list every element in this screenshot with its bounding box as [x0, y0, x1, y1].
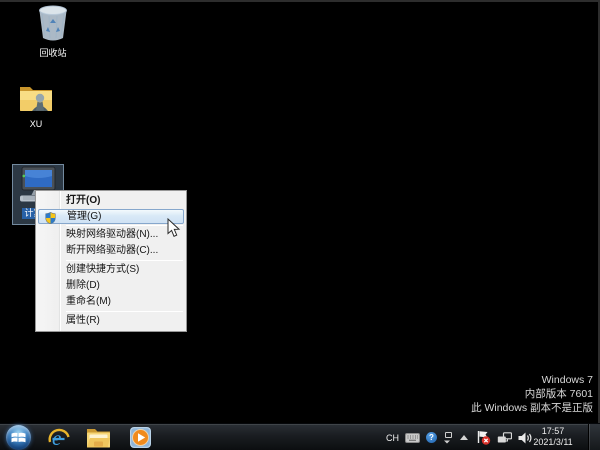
menu-separator	[66, 311, 183, 312]
windows-media-player-icon	[129, 427, 151, 448]
taskbar-media-player-button[interactable]	[125, 425, 155, 450]
menu-item-properties-label: 属性(R)	[66, 315, 100, 326]
menu-separator	[66, 260, 183, 261]
show-hidden-icons-button[interactable]	[460, 435, 468, 440]
menu-item-delete[interactable]: 删除(D)	[36, 278, 186, 294]
menu-item-manage[interactable]: 管理(G)	[38, 209, 184, 224]
menu-item-create-shortcut[interactable]: 创建快捷方式(S)	[36, 262, 186, 278]
start-button[interactable]	[4, 424, 34, 450]
menu-item-open[interactable]: 打开(O)	[36, 193, 186, 209]
action-center-flag-icon[interactable]	[476, 430, 491, 445]
language-bar-help-icon[interactable]: ?	[426, 432, 437, 443]
computer-context-menu: 打开(O) 管理(G) 映射网络驱动器(N)... 断开网络驱动器(C)... …	[35, 190, 187, 332]
menu-item-open-label: 打开(O)	[66, 195, 101, 206]
keyboard-icon[interactable]	[405, 432, 420, 443]
menu-item-rename-label: 重命名(M)	[66, 296, 111, 307]
input-language-indicator[interactable]: CH	[386, 433, 399, 443]
screen-top-edge	[0, 0, 600, 2]
watermark-line-2: 内部版本 7601	[524, 388, 593, 400]
user-folder-icon	[20, 87, 52, 111]
internet-explorer-icon: e	[48, 426, 70, 450]
taskbar-clock[interactable]: 17:57 2021/3/11	[524, 426, 582, 448]
menu-item-rename[interactable]: 重命名(M)	[36, 294, 186, 310]
taskbar-internet-explorer-button[interactable]: e	[44, 425, 74, 450]
menu-item-map-network-drive[interactable]: 映射网络驱动器(N)...	[36, 227, 186, 243]
system-tray: CH ?	[386, 424, 532, 450]
network-icon[interactable]	[497, 431, 512, 444]
menu-item-disconnect-network-drive-label: 断开网络驱动器(C)...	[66, 245, 159, 256]
windows-watermark: Windows 7 内部版本 7601 此 Windows 副本不是正版	[471, 373, 593, 415]
menu-item-map-network-drive-label: 映射网络驱动器(N)...	[66, 229, 159, 240]
watermark-line-1: Windows 7	[541, 374, 593, 386]
desktop-icon-user-folder[interactable]: XU	[10, 84, 62, 132]
taskbar-windows-explorer-button[interactable]	[83, 425, 113, 450]
clock-time: 17:57	[541, 426, 565, 436]
menu-item-disconnect-network-drive[interactable]: 断开网络驱动器(C)...	[36, 243, 186, 259]
watermark-line-3: 此 Windows 副本不是正版	[471, 402, 593, 414]
menu-item-manage-label: 管理(G)	[67, 211, 102, 222]
windows-explorer-folder-icon	[86, 428, 110, 447]
recycle-bin-label: 回收站	[39, 48, 67, 58]
show-desktop-button[interactable]	[588, 424, 600, 450]
mouse-cursor	[167, 218, 181, 237]
menu-item-create-shortcut-label: 创建快捷方式(S)	[66, 264, 140, 275]
menu-item-delete-label: 删除(D)	[66, 280, 100, 291]
user-folder-label: XU	[29, 119, 43, 129]
windows-start-orb-icon	[6, 425, 31, 450]
menu-item-properties[interactable]: 属性(R)	[36, 313, 186, 329]
taskbar: e CH ?	[0, 423, 600, 450]
recycle-bin-icon	[39, 5, 67, 41]
language-options-icon[interactable]	[443, 431, 452, 444]
uac-shield-icon	[45, 212, 56, 224]
menu-separator	[66, 225, 183, 226]
desktop-icon-recycle-bin[interactable]: 回收站	[27, 5, 79, 61]
clock-date: 2021/3/11	[533, 437, 573, 447]
